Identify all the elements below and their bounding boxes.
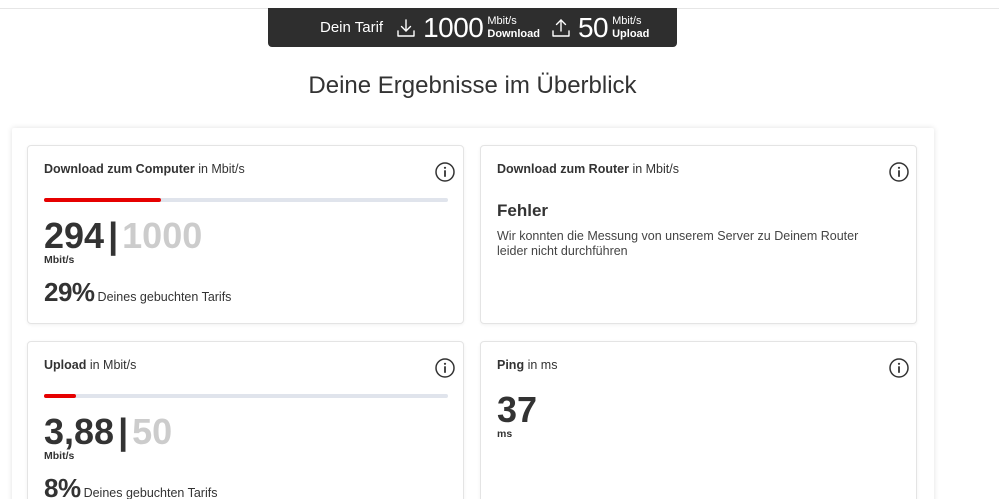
ping-value: 37 xyxy=(497,389,538,430)
error-message: Wir konnten die Messung von unserem Serv… xyxy=(497,229,859,258)
page-title: Deine Ergebnisse im Überblick xyxy=(308,72,637,99)
tariff-download-label: Download xyxy=(487,27,540,40)
card-title-label: Download zum Computer xyxy=(44,162,195,176)
value-separator: | xyxy=(108,215,119,256)
speed-value: 294 | 1000 xyxy=(44,218,202,254)
progress-bar xyxy=(44,198,448,202)
tariff-upload-label: Upload xyxy=(612,27,650,40)
card-download-computer: Download zum Computer in Mbit/s 294 | 1000… xyxy=(27,145,464,324)
percent-line: 29% Deines gebuchten Tarifs xyxy=(44,279,231,305)
error-title: Fehler xyxy=(497,201,549,220)
percent-text: Deines gebuchten Tarifs xyxy=(83,486,218,499)
tariff-max-value: 50 xyxy=(132,411,173,452)
progress-fill xyxy=(44,394,77,398)
value-unit: Mbit/s xyxy=(44,450,75,462)
value-separator: | xyxy=(118,411,129,452)
card-title: Ping in ms xyxy=(497,358,557,372)
card-title-unit: in Mbit/s xyxy=(632,162,679,176)
card-upload: Upload in Mbit/s 3,88 | 50 Mbit/s 8% Deine… xyxy=(27,341,464,499)
tariff-max-value: 1000 xyxy=(122,215,203,256)
percent-value: 8% xyxy=(44,473,81,499)
speed-value: 3,88 | 50 xyxy=(44,414,172,450)
info-icon[interactable] xyxy=(435,358,455,378)
measured-value: 294 xyxy=(44,215,105,256)
card-title-unit: in Mbit/s xyxy=(198,162,245,176)
ping-unit: ms xyxy=(497,428,513,440)
tariff-download: 1000 Mbit/s Download xyxy=(395,11,540,43)
card-title-unit: in Mbit/s xyxy=(89,358,137,372)
tariff-label: Dein Tarif xyxy=(320,19,384,36)
tariff-download-units: Mbit/s Download xyxy=(487,15,540,41)
upload-icon xyxy=(550,17,572,39)
card-title-label: Upload xyxy=(44,358,87,372)
card-download-router: Download zum Router in Mbit/s Fehler Wir… xyxy=(480,145,917,324)
card-title-label: Download zum Router xyxy=(497,162,629,176)
percent-value: 29% xyxy=(44,277,95,307)
download-icon xyxy=(395,17,417,39)
card-title-unit: in ms xyxy=(527,358,558,372)
progress-bar xyxy=(44,394,448,398)
card-title: Download zum Computer in Mbit/s xyxy=(44,162,245,176)
results-panel: Download zum Computer in Mbit/s 294 | 1000… xyxy=(12,128,934,499)
value-unit: Mbit/s xyxy=(44,254,75,266)
info-icon[interactable] xyxy=(889,162,909,182)
info-icon[interactable] xyxy=(889,358,909,378)
tariff-upload: 50 Mbit/s Upload xyxy=(550,11,649,43)
card-title: Download zum Router in Mbit/s xyxy=(497,162,679,176)
card-title: Upload in Mbit/s xyxy=(44,358,136,372)
tariff-upload-value: 50 xyxy=(577,11,609,43)
card-title-label: Ping xyxy=(497,358,525,372)
measured-value: 3,88 xyxy=(44,411,115,452)
percent-text: Deines gebuchten Tarifs xyxy=(97,290,232,304)
info-icon[interactable] xyxy=(435,162,455,182)
percent-line: 8% Deines gebuchten Tarifs xyxy=(44,475,217,499)
tariff-upload-units: Mbit/s Upload xyxy=(612,15,649,41)
progress-fill xyxy=(44,198,162,202)
tariff-download-unit: Mbit/s xyxy=(487,14,517,27)
tariff-bar: Dein Tarif 1000 Mbit/s Download 50 Mbit/… xyxy=(268,8,677,47)
tariff-download-value: 1000 xyxy=(423,11,484,43)
tariff-upload-unit: Mbit/s xyxy=(612,14,642,27)
card-ping: Ping in ms 37 ms xyxy=(480,341,917,499)
